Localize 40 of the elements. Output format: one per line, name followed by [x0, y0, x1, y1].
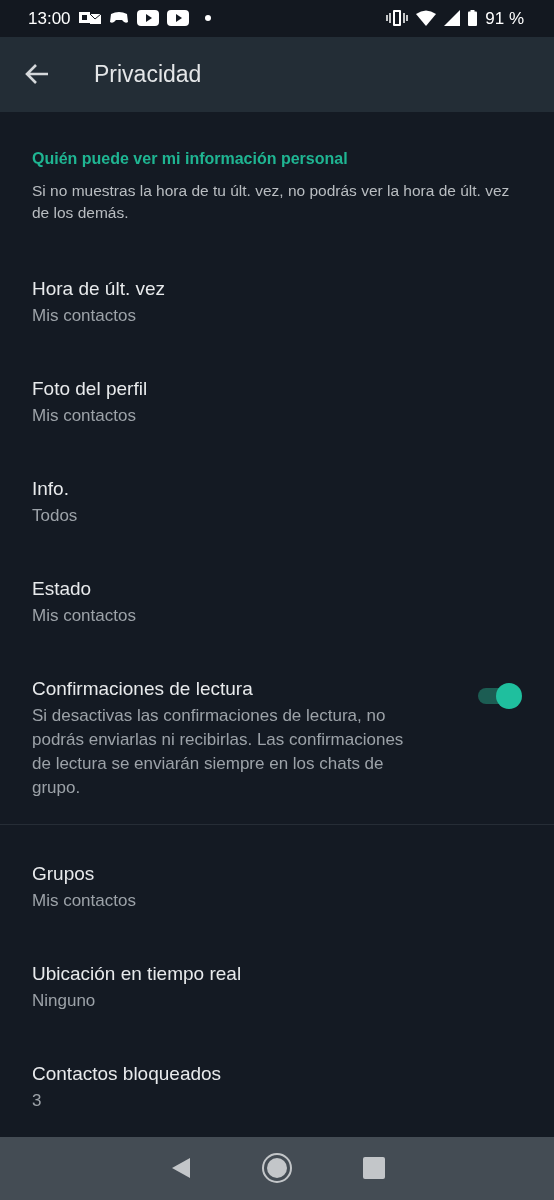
- setting-value: Ninguno: [32, 989, 97, 1012]
- back-button[interactable]: [24, 63, 50, 86]
- setting-item[interactable]: Info. Todos: [0, 451, 554, 552]
- setting-title: Contactos bloqueados: [32, 1061, 223, 1086]
- setting-value: Mis contactos: [32, 304, 137, 327]
- setting-item[interactable]: Grupos Mis contactos: [0, 836, 554, 937]
- setting-description: Si desactivas las confirmaciones de lectura, no podrás enviarlas ni recibirlas. Las confirmaciones de lectura se enviarán siempre en los chats de grupo.: [32, 704, 405, 799]
- signal-icon: [444, 10, 461, 27]
- play-icon: [136, 10, 159, 27]
- setting-title: Info.: [32, 476, 70, 501]
- status-time: 13:00: [28, 7, 71, 30]
- home-nav-button[interactable]: [261, 1152, 293, 1185]
- setting-title: Ubicación en tiempo real: [32, 961, 243, 986]
- mail-icon: [78, 10, 101, 27]
- recents-nav-button[interactable]: [362, 1157, 385, 1180]
- section-description: Si no muestras la hora de tu últ. vez, no podrás ver la hora de últ. vez de los demás.: [31, 180, 511, 223]
- setting-item[interactable]: Foto del perfil Mis contactos: [0, 351, 554, 452]
- setting-value: Mis contactos: [32, 889, 137, 912]
- battery-percentage: 91 %: [485, 7, 524, 30]
- toggle-switch[interactable]: [476, 681, 522, 710]
- setting-item[interactable]: Ubicación en tiempo real Ninguno: [0, 936, 554, 1037]
- setting-item[interactable]: Hora de últ. vez Mis contactos: [0, 251, 554, 352]
- vibrate-icon: [386, 10, 409, 27]
- section-header: Quién puede ver mi información personal: [31, 148, 349, 169]
- setting-title: Confirmaciones de lectura: [32, 676, 254, 701]
- setting-title: Foto del perfil: [32, 376, 149, 401]
- setting-item[interactable]: Estado Mis contactos: [0, 551, 554, 652]
- setting-value: Todos: [32, 504, 79, 527]
- page-title: Privacidad: [94, 60, 202, 89]
- setting-value: Mis contactos: [32, 604, 137, 627]
- battery-icon: [468, 10, 478, 27]
- wifi-icon: [416, 10, 437, 27]
- setting-item[interactable]: Contactos bloqueados 3: [0, 1036, 554, 1137]
- setting-title: Grupos: [32, 861, 96, 886]
- setting-value: 3: [32, 1089, 43, 1112]
- dot-icon: [204, 15, 211, 22]
- setting-title: Estado: [32, 576, 93, 601]
- setting-title: Hora de últ. vez: [32, 276, 167, 301]
- setting-value: Mis contactos: [32, 404, 137, 427]
- play-icon: [166, 10, 189, 27]
